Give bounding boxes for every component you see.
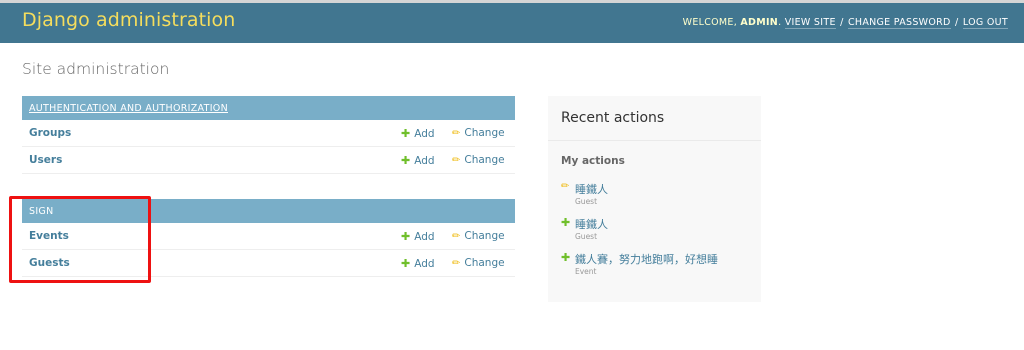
divider — [548, 140, 761, 141]
add-guests-link[interactable]: ✚ Add — [401, 257, 435, 270]
plus-icon: ✚ — [561, 216, 571, 229]
username: ADMIN — [740, 17, 779, 28]
add-events-link[interactable]: ✚ Add — [401, 230, 435, 243]
app-module-auth: AUTHENTICATION AND AUTHORIZATION Groups … — [22, 96, 515, 174]
add-label: Add — [414, 155, 435, 167]
pencil-icon: ✏ — [452, 258, 461, 269]
separator: / — [840, 17, 844, 28]
recent-action-type: Guest — [575, 232, 598, 241]
change-events-link[interactable]: ✏ Change — [452, 230, 505, 242]
app-header-auth[interactable]: AUTHENTICATION AND AUTHORIZATION — [22, 96, 515, 120]
change-users-link[interactable]: ✏ Change — [452, 154, 505, 166]
add-label: Add — [414, 258, 435, 270]
page-title: Site administration — [22, 60, 170, 78]
recent-action-type: Event — [575, 267, 597, 276]
change-guests-link[interactable]: ✏ Change — [452, 257, 505, 269]
welcome-text: WELCOME, — [682, 17, 738, 28]
model-row-groups: Groups ✚ Add ✏ Change — [22, 120, 515, 147]
plus-icon: ✚ — [561, 251, 571, 264]
my-actions-heading: My actions — [561, 155, 625, 167]
pencil-icon: ✏ — [561, 181, 570, 192]
plus-icon: ✚ — [401, 257, 411, 270]
change-label: Change — [464, 257, 505, 269]
plus-icon: ✚ — [401, 230, 411, 243]
recent-actions-title: Recent actions — [561, 110, 665, 126]
add-users-link[interactable]: ✚ Add — [401, 154, 435, 167]
separator: / — [955, 17, 959, 28]
plus-icon: ✚ — [401, 127, 411, 140]
annotation-highlight-box — [9, 196, 151, 283]
add-label: Add — [414, 231, 435, 243]
view-site-link[interactable]: VIEW SITE — [784, 17, 836, 29]
header-bar: Django administration WELCOME, ADMIN. VI… — [0, 3, 1024, 43]
change-groups-link[interactable]: ✏ Change — [452, 127, 505, 139]
model-link-users[interactable]: Users — [29, 154, 62, 166]
change-label: Change — [464, 154, 505, 166]
change-password-link[interactable]: CHANGE PASSWORD — [847, 17, 951, 29]
log-out-link[interactable]: LOG OUT — [962, 17, 1008, 29]
recent-action-link[interactable]: 睡鐵人 — [575, 216, 608, 232]
model-row-users: Users ✚ Add ✏ Change — [22, 147, 515, 174]
recent-action-link[interactable]: 鐵人賽，努力地跑啊，好想睡 — [575, 251, 718, 267]
pencil-icon: ✏ — [452, 155, 461, 166]
change-label: Change — [464, 127, 505, 139]
add-groups-link[interactable]: ✚ Add — [401, 127, 435, 140]
plus-icon: ✚ — [401, 154, 411, 167]
pencil-icon: ✏ — [452, 128, 461, 139]
recent-action-type: Guest — [575, 197, 598, 206]
recent-action-link[interactable]: 睡鐵人 — [575, 181, 608, 197]
site-branding[interactable]: Django administration — [22, 9, 235, 31]
model-link-groups[interactable]: Groups — [29, 127, 71, 139]
user-tools: WELCOME, ADMIN. VIEW SITE / CHANGE PASSW… — [682, 17, 1008, 29]
change-label: Change — [464, 230, 505, 242]
recent-actions-panel: Recent actions My actions ✏ 睡鐵人 Guest ✚ … — [548, 96, 761, 302]
add-label: Add — [414, 128, 435, 140]
pencil-icon: ✏ — [452, 231, 461, 242]
